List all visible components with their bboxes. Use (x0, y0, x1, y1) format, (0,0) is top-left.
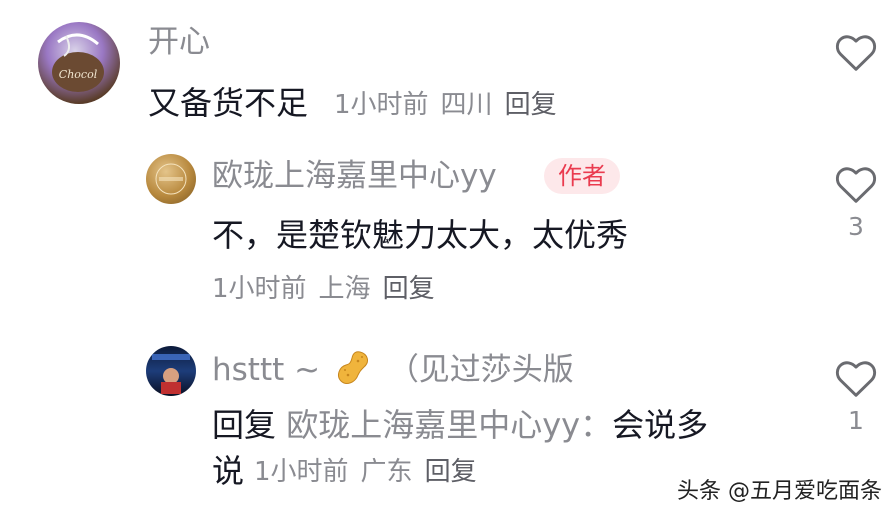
reply-text-continued: 说 (212, 450, 244, 492)
reply-location: 广东 (360, 457, 413, 487)
like-button[interactable] (832, 32, 880, 72)
reply-location: 上海 (318, 274, 371, 304)
comment-meta: 1小时前 四川 回复 (334, 88, 569, 122)
like-count: 3 (848, 212, 864, 241)
reply-button[interactable]: 回复 (383, 274, 435, 304)
author-badge: 作者 (544, 158, 620, 194)
avatar-image (155, 163, 187, 195)
like-button[interactable]: 1 (832, 358, 880, 436)
avatar[interactable] (146, 346, 196, 396)
reply-item: 欧珑上海嘉里中心yy 作者 不，是楚钦魅力太大，太优秀 1小时前 上海 回复 3 (0, 140, 896, 330)
comment-item: Chocol 开心 又备货不足 1小时前 四川 回复 (0, 0, 896, 140)
reply-meta: 1小时前 广东 回复 (254, 455, 489, 489)
comment-time: 1小时前 (334, 90, 429, 120)
reply-username[interactable]: hsttt ~ (212, 352, 320, 388)
comment-username[interactable]: 开心 (148, 22, 210, 62)
avatar[interactable]: Chocol (38, 22, 120, 104)
reply-text: 不，是楚钦魅力太大，太优秀 (212, 216, 629, 254)
reply-meta: 1小时前 上海 回复 (212, 272, 447, 306)
avatar-image (152, 354, 190, 394)
heart-outline-icon (835, 167, 877, 203)
reply-target-user[interactable]: 欧珑上海嘉里中心yy： (286, 406, 612, 444)
avatar-image: Chocol (52, 33, 104, 92)
comment-text: 又备货不足 (148, 84, 309, 122)
comment-location: 四川 (440, 90, 493, 120)
heart-outline-icon (835, 361, 877, 397)
reply-username[interactable]: 欧珑上海嘉里中心yy (212, 156, 497, 196)
reply-text: 回复 欧珑上海嘉里中心yy：会说多 (212, 404, 708, 446)
peanut-emoji-icon (337, 351, 368, 384)
watermark: 头条 @五月爱吃面条 (677, 479, 882, 504)
like-button[interactable]: 3 (832, 164, 880, 242)
reply-text-line2: 说 (212, 452, 245, 490)
reply-prefix: 回复 (212, 406, 277, 444)
like-count: 1 (848, 406, 864, 435)
heart-outline-icon (835, 35, 877, 71)
reply-time: 1小时前 (212, 274, 307, 304)
reply-time: 1小时前 (254, 457, 349, 487)
reply-button[interactable]: 回复 (425, 457, 477, 487)
svg-text:Chocol: Chocol (59, 68, 98, 81)
reply-text-line1: 会说多 (612, 406, 709, 444)
reply-button[interactable]: 回复 (505, 90, 557, 120)
avatar[interactable] (146, 154, 196, 204)
reply-username-line: hsttt ~ （见过莎头版 (212, 348, 574, 390)
reply-username-suffix: （见过莎头版 (387, 352, 574, 388)
